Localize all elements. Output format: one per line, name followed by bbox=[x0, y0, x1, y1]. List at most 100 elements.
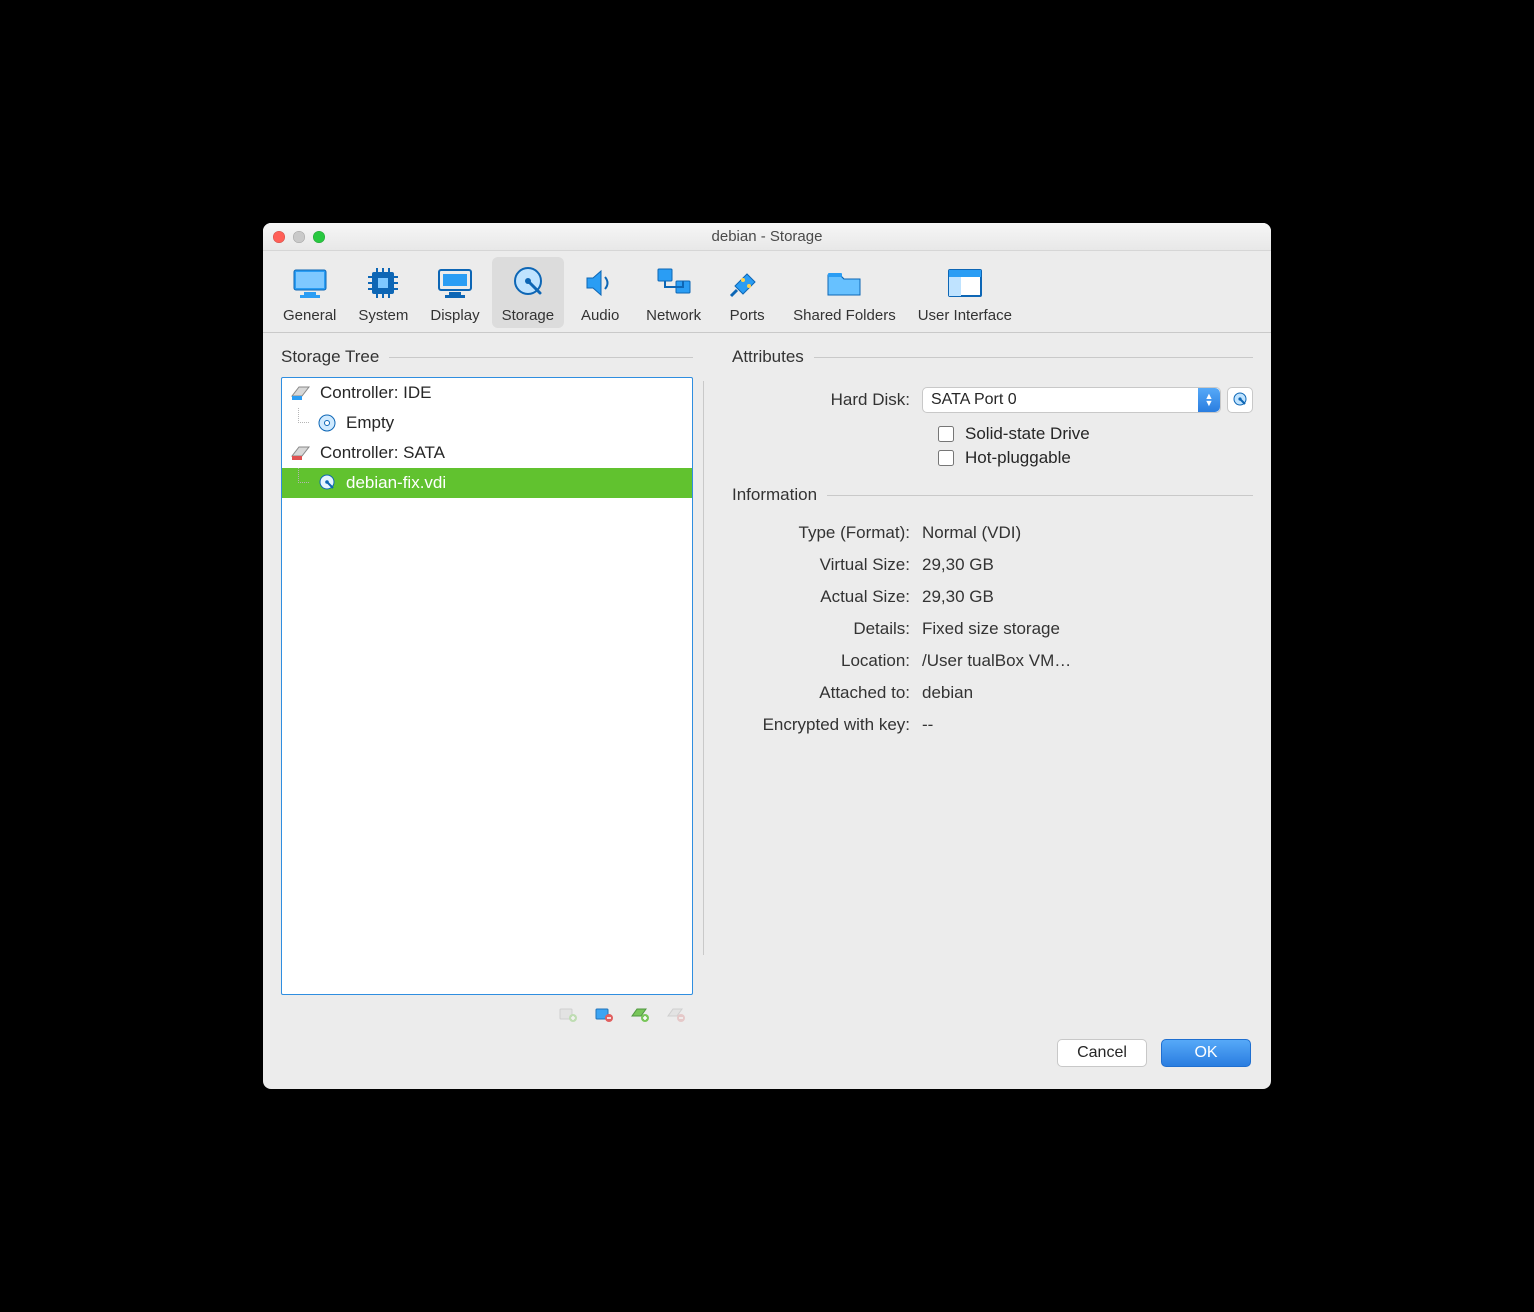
info-label: Virtual Size: bbox=[732, 555, 922, 575]
remove-controller-button[interactable] bbox=[665, 1003, 687, 1025]
storage-tree-pane: Storage Tree Controller: IDE bbox=[281, 347, 693, 1025]
tree-label: Controller: SATA bbox=[320, 443, 445, 463]
network-icon bbox=[654, 263, 694, 303]
info-label: Details: bbox=[732, 619, 922, 639]
tab-label: General bbox=[283, 307, 336, 324]
tab-shared-folders[interactable]: Shared Folders bbox=[783, 257, 906, 328]
ssd-input[interactable] bbox=[938, 426, 954, 442]
tab-label: Network bbox=[646, 307, 701, 324]
info-row-virtual-size: Virtual Size: 29,30 GB bbox=[732, 555, 1253, 575]
info-value: /User tualBox VM… bbox=[922, 651, 1253, 671]
tab-system[interactable]: System bbox=[348, 257, 418, 328]
traffic-lights bbox=[263, 231, 325, 243]
info-label: Type (Format): bbox=[732, 523, 922, 543]
divider bbox=[389, 357, 693, 358]
hard-disk-port-select[interactable]: SATA Port 0 ▲▼ bbox=[922, 387, 1221, 413]
select-value: SATA Port 0 bbox=[931, 391, 1017, 409]
hotplug-checkbox[interactable]: Hot-pluggable bbox=[934, 447, 1253, 469]
display-icon bbox=[435, 263, 475, 303]
optical-drive-empty[interactable]: Empty bbox=[282, 408, 692, 438]
ssd-label: Solid-state Drive bbox=[965, 424, 1090, 444]
settings-toolbar: General System Display Storage Audio bbox=[263, 251, 1271, 333]
add-controller-button[interactable] bbox=[629, 1003, 651, 1025]
info-row-encrypted: Encrypted with key: -- bbox=[732, 715, 1253, 735]
divider bbox=[827, 495, 1253, 496]
information-header: Information bbox=[732, 485, 1253, 505]
disk-debian-fix[interactable]: debian-fix.vdi bbox=[282, 468, 692, 498]
tab-label: Ports bbox=[730, 307, 765, 324]
add-attachment-button[interactable] bbox=[557, 1003, 579, 1025]
minimize-window-button[interactable] bbox=[293, 231, 305, 243]
info-value: debian bbox=[922, 683, 1253, 703]
titlebar: debian - Storage bbox=[263, 223, 1271, 251]
tab-audio[interactable]: Audio bbox=[566, 257, 634, 328]
chip-icon bbox=[363, 263, 403, 303]
hard-disk-icon bbox=[316, 472, 338, 494]
hard-disk-label: Hard Disk: bbox=[732, 390, 922, 410]
tree-label: Empty bbox=[346, 413, 394, 433]
zoom-window-button[interactable] bbox=[313, 231, 325, 243]
info-label: Attached to: bbox=[732, 683, 922, 703]
info-label: Encrypted with key: bbox=[732, 715, 922, 735]
button-label: OK bbox=[1194, 1044, 1217, 1062]
info-label: Actual Size: bbox=[732, 587, 922, 607]
info-row-details: Details: Fixed size storage bbox=[732, 619, 1253, 639]
optical-disc-icon bbox=[316, 412, 338, 434]
disk-options: Solid-state Drive Hot-pluggable bbox=[934, 421, 1253, 471]
tab-label: Display bbox=[430, 307, 479, 324]
hotplug-input[interactable] bbox=[938, 450, 954, 466]
settings-window: debian - Storage General System Display bbox=[263, 223, 1271, 1089]
ok-button[interactable]: OK bbox=[1161, 1039, 1251, 1067]
dialog-footer: Cancel OK bbox=[263, 1025, 1271, 1089]
info-value: Normal (VDI) bbox=[922, 523, 1253, 543]
tab-ports[interactable]: Ports bbox=[713, 257, 781, 328]
tab-label: User Interface bbox=[918, 307, 1012, 324]
info-value: 29,30 GB bbox=[922, 555, 1253, 575]
divider bbox=[814, 357, 1253, 358]
ide-controller-icon bbox=[290, 382, 312, 404]
info-row-type: Type (Format): Normal (VDI) bbox=[732, 523, 1253, 543]
tab-label: Audio bbox=[581, 307, 619, 324]
remove-attachment-button[interactable] bbox=[593, 1003, 615, 1025]
tab-network[interactable]: Network bbox=[636, 257, 711, 328]
speaker-icon bbox=[580, 263, 620, 303]
section-title: Storage Tree bbox=[281, 347, 379, 367]
section-title: Information bbox=[732, 485, 817, 505]
hotplug-label: Hot-pluggable bbox=[965, 448, 1071, 468]
window-title: debian - Storage bbox=[263, 228, 1271, 245]
tab-storage[interactable]: Storage bbox=[492, 257, 565, 328]
ports-icon bbox=[727, 263, 767, 303]
tree-toolbar bbox=[281, 995, 693, 1025]
button-label: Cancel bbox=[1077, 1044, 1127, 1062]
tab-display[interactable]: Display bbox=[420, 257, 489, 328]
cancel-button[interactable]: Cancel bbox=[1057, 1039, 1147, 1067]
info-row-actual-size: Actual Size: 29,30 GB bbox=[732, 587, 1253, 607]
choose-disk-button[interactable] bbox=[1227, 387, 1253, 413]
monitor-icon bbox=[290, 263, 330, 303]
storage-tree[interactable]: Controller: IDE Empty Controller: SATA bbox=[281, 377, 693, 995]
hard-drive-icon bbox=[508, 263, 548, 303]
info-row-location: Location: /User tualBox VM… bbox=[732, 651, 1253, 671]
attributes-header: Attributes bbox=[732, 347, 1253, 367]
tree-label: Controller: IDE bbox=[320, 383, 431, 403]
ssd-checkbox[interactable]: Solid-state Drive bbox=[934, 423, 1253, 445]
info-value: -- bbox=[922, 715, 1253, 735]
select-arrows-icon: ▲▼ bbox=[1198, 388, 1220, 412]
tab-label: Storage bbox=[502, 307, 555, 324]
tab-label: System bbox=[358, 307, 408, 324]
info-value: 29,30 GB bbox=[922, 587, 1253, 607]
tab-user-interface[interactable]: User Interface bbox=[908, 257, 1022, 328]
controller-sata[interactable]: Controller: SATA bbox=[282, 438, 692, 468]
info-label: Location: bbox=[732, 651, 922, 671]
folder-icon bbox=[824, 263, 864, 303]
sata-controller-icon bbox=[290, 442, 312, 464]
info-row-attached-to: Attached to: debian bbox=[732, 683, 1253, 703]
details-pane: Attributes Hard Disk: SATA Port 0 ▲▼ bbox=[714, 347, 1253, 1025]
close-window-button[interactable] bbox=[273, 231, 285, 243]
tab-general[interactable]: General bbox=[273, 257, 346, 328]
hard-disk-row: Hard Disk: SATA Port 0 ▲▼ bbox=[732, 387, 1253, 413]
tab-label: Shared Folders bbox=[793, 307, 896, 324]
controller-ide[interactable]: Controller: IDE bbox=[282, 378, 692, 408]
section-title: Attributes bbox=[732, 347, 804, 367]
content-area: Storage Tree Controller: IDE bbox=[263, 333, 1271, 1025]
